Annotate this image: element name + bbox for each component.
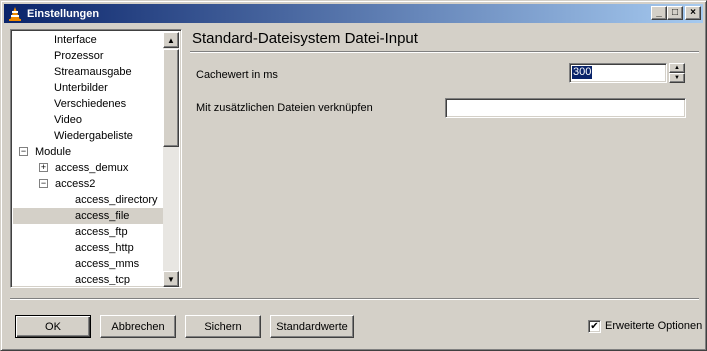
cache-value: 300 — [572, 66, 593, 79]
cache-input[interactable]: 300 — [569, 63, 667, 83]
tree-item[interactable]: Video — [13, 112, 163, 128]
tree-item[interactable]: access_tcp — [13, 272, 163, 285]
tree-item-label: access_mms — [75, 258, 140, 270]
tree-item[interactable]: − Module — [13, 144, 163, 160]
advanced-options-checkbox[interactable]: ✔ — [588, 320, 601, 333]
ok-button[interactable]: OK — [15, 315, 91, 338]
minimize-icon: _ — [656, 7, 662, 18]
tree-item[interactable]: access_mms — [13, 256, 163, 272]
maximize-icon: □ — [671, 7, 679, 18]
cancel-button[interactable]: Abbrechen — [100, 315, 176, 338]
window-controls: _ □ × — [651, 6, 701, 20]
expand-icon[interactable]: + — [39, 163, 48, 172]
tree-item[interactable]: access_file — [13, 208, 163, 224]
tree-item-label: Prozessor — [54, 50, 104, 62]
close-button[interactable]: × — [685, 6, 701, 20]
spin-up-button[interactable]: ▲ — [669, 63, 685, 73]
spin-down-icon: ▼ — [674, 75, 680, 81]
tree-item[interactable]: Unterbilder — [13, 80, 163, 96]
title-bar[interactable]: Einstellungen _ □ × — [4, 4, 703, 23]
tree-item[interactable]: + access_demux — [13, 160, 163, 176]
preferences-window: Einstellungen _ □ × Interface Prozessor St… — [0, 0, 707, 351]
scroll-up-button[interactable]: ▲ — [163, 32, 179, 48]
tree-item-label: Wiedergabeliste — [54, 130, 133, 142]
window-title: Einstellungen — [27, 7, 100, 20]
scroll-up-icon: ▲ — [167, 35, 175, 45]
link-files-label: Mit zusätzlichen Dateien verknüpfen — [196, 102, 373, 114]
footer-divider — [10, 298, 699, 300]
tree-item-label: Unterbilder — [54, 82, 108, 94]
tree-item[interactable]: Streamausgabe — [13, 64, 163, 80]
tree-item-label: access_ftp — [75, 226, 128, 238]
tree-item-label: access_tcp — [75, 274, 131, 285]
advanced-options-label[interactable]: Erweiterte Optionen — [605, 320, 702, 332]
tree-item-label: Module — [35, 146, 72, 158]
tree-item[interactable]: access_ftp — [13, 224, 163, 240]
spin-down-button[interactable]: ▼ — [669, 73, 685, 83]
defaults-button[interactable]: Standardwerte — [270, 315, 354, 338]
tree-item[interactable]: access_directory — [13, 192, 163, 208]
scroll-down-button[interactable]: ▼ — [163, 271, 179, 287]
tree-item-label: Verschiedenes — [54, 98, 127, 110]
tree-item-label: Interface — [54, 34, 97, 46]
tree-item[interactable]: Interface — [13, 32, 163, 48]
panel-title: Standard-Dateisystem Datei-Input — [192, 30, 418, 47]
maximize-button[interactable]: □ — [667, 6, 683, 20]
scroll-thumb[interactable] — [163, 49, 179, 147]
check-mark-icon: ✔ — [590, 320, 599, 332]
tree-item-label: Streamausgabe — [54, 66, 132, 78]
close-icon: × — [690, 7, 696, 18]
scroll-down-icon: ▼ — [167, 274, 175, 284]
cache-spinner[interactable]: ▲ ▼ — [669, 63, 685, 83]
tree-list: Interface Prozessor Streamausgabe Unterbild… — [13, 32, 163, 285]
settings-tree[interactable]: Interface Prozessor Streamausgabe Unterbild… — [10, 29, 182, 288]
cache-label: Cachewert in ms — [196, 69, 278, 81]
tree-item-label: access_file — [75, 210, 130, 222]
tree-item[interactable]: Wiedergabeliste — [13, 128, 163, 144]
tree-scrollbar[interactable]: ▲ ▼ — [163, 32, 179, 287]
tree-item-label: Video — [54, 114, 82, 126]
tree-item-label: access2 — [55, 178, 96, 190]
spin-up-icon: ▲ — [674, 65, 680, 71]
tree-item-label: access_http — [75, 242, 134, 254]
tree-item[interactable]: Verschiedenes — [13, 96, 163, 112]
panel-divider — [190, 51, 699, 53]
minimize-button[interactable]: _ — [651, 6, 667, 20]
tree-item-label: access_demux — [55, 162, 129, 174]
tree-item[interactable]: access_http — [13, 240, 163, 256]
collapse-icon[interactable]: − — [39, 179, 48, 188]
link-files-input[interactable] — [445, 98, 686, 118]
save-button[interactable]: Sichern — [185, 315, 261, 338]
tree-item[interactable]: Prozessor — [13, 48, 163, 64]
collapse-icon[interactable]: − — [19, 147, 28, 156]
vlc-cone-icon — [9, 6, 21, 21]
tree-item-label: access_directory — [75, 194, 158, 206]
tree-item[interactable]: − access2 — [13, 176, 163, 192]
